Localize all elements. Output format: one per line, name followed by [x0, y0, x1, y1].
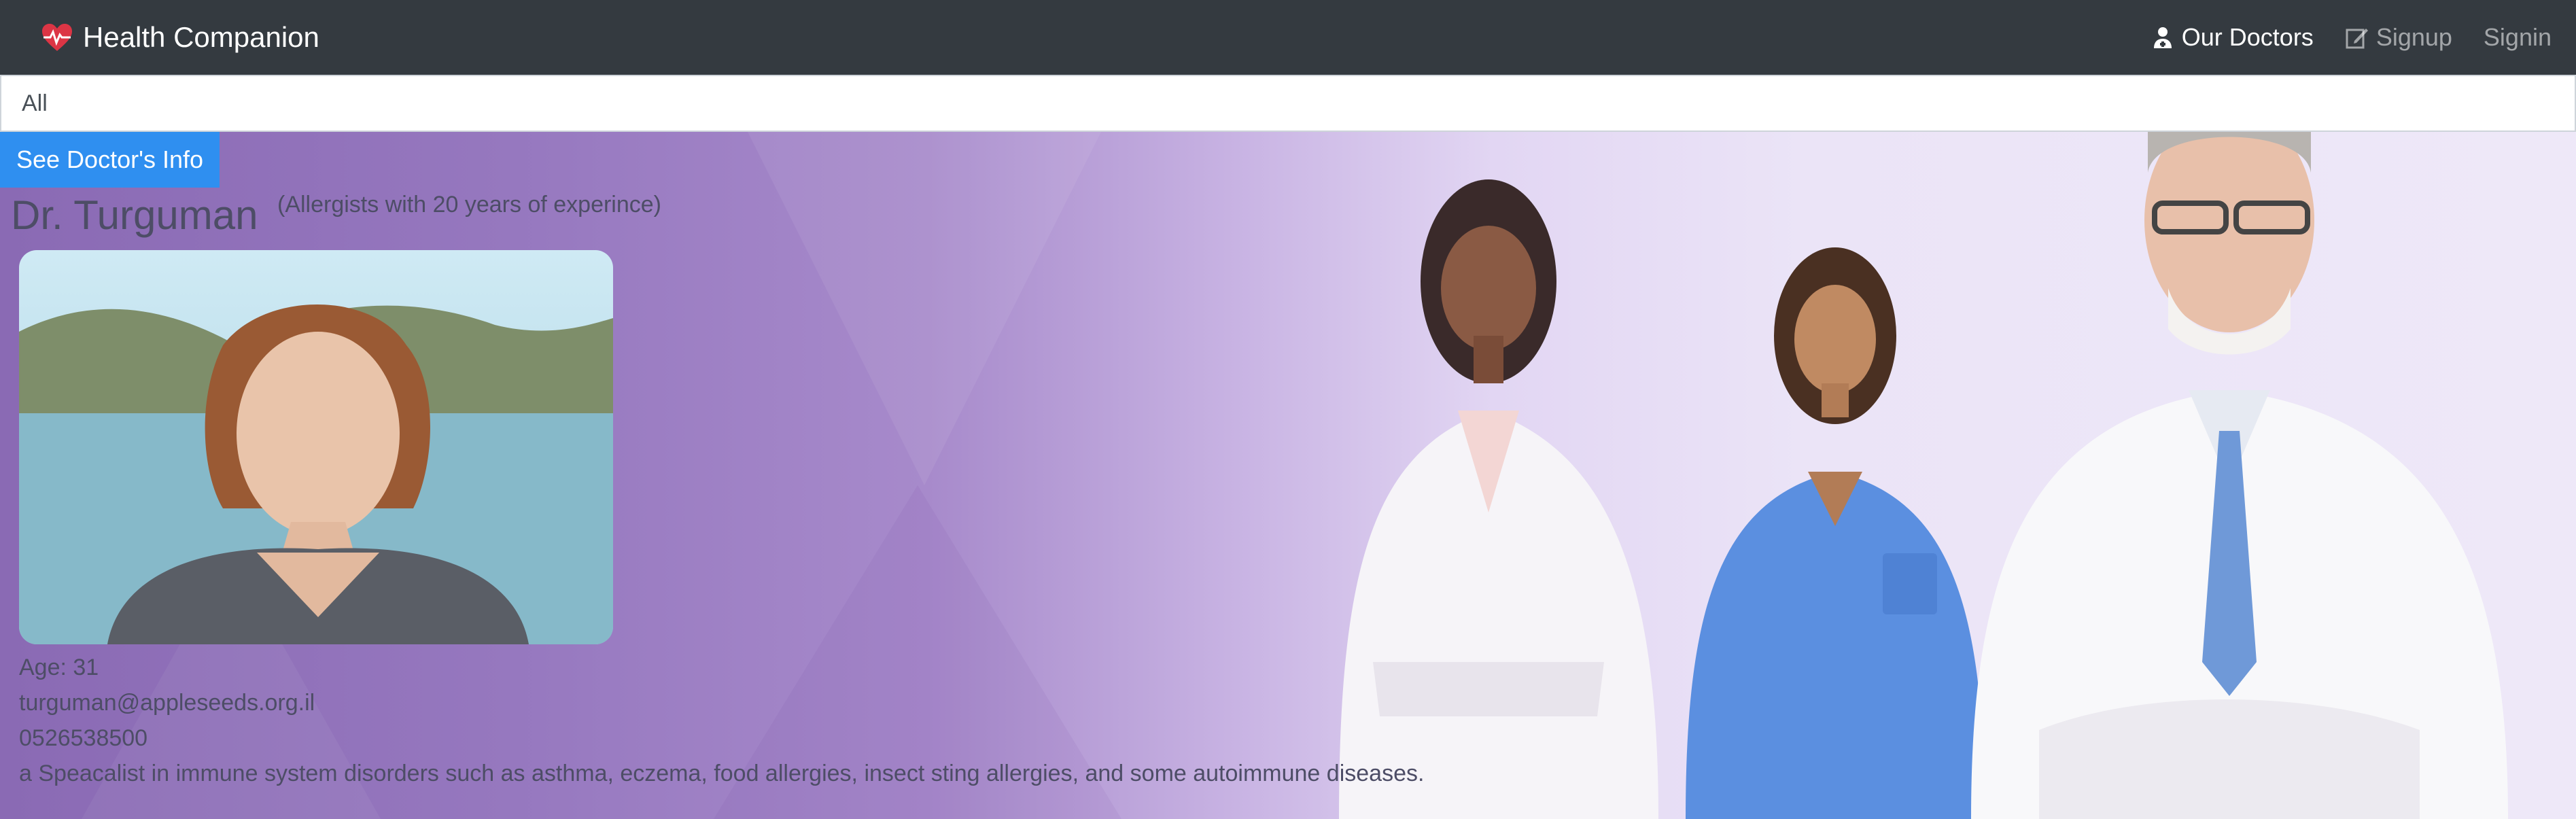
hero-section: See Doctor's Info Dr. Turguman (Allergis… — [0, 132, 2576, 819]
doctor-specialty: (Allergists with 20 years of experince) — [277, 192, 662, 217]
doctors-hero-image — [1339, 132, 2508, 819]
brand-link[interactable]: Health Companion — [41, 21, 319, 54]
nav-our-doctors-label: Our Doctors — [2181, 23, 2314, 51]
doctor-phone: 0526538500 — [19, 725, 148, 751]
doctor-details: Age: 31 turguman@appleseeds.org.il 05265… — [19, 650, 1424, 791]
select-value: All — [22, 90, 48, 116]
nav-signup[interactable]: Signup — [2345, 23, 2452, 52]
nav-signin[interactable]: Signin — [2484, 23, 2552, 52]
nav-signin-label: Signin — [2483, 23, 2552, 51]
nav-links: Our Doctors Signup Signin — [2151, 23, 2552, 52]
brand-title: Health Companion — [83, 21, 319, 53]
doctor-photo — [19, 250, 613, 644]
top-navbar: Health Companion Our Doctors Signup Sign… — [0, 0, 2576, 75]
doctor-name: Dr. Turguman — [11, 192, 258, 238]
doctor-age: Age: 31 — [19, 655, 99, 680]
nav-our-doctors[interactable]: Our Doctors — [2151, 23, 2314, 52]
doctor-email: turguman@appleseeds.org.il — [19, 690, 315, 716]
specialty-filter-select[interactable]: All — [0, 75, 2576, 132]
edit-icon — [2345, 25, 2369, 50]
doctor-description: a Speacalist in immune system disorders … — [19, 761, 1425, 786]
nav-signup-label: Signup — [2375, 23, 2452, 51]
heartbeat-icon — [41, 22, 73, 52]
bg-triangle — [748, 132, 1101, 485]
see-doctor-info-button[interactable]: See Doctor's Info — [0, 132, 220, 188]
user-doctor-icon — [2151, 25, 2175, 50]
